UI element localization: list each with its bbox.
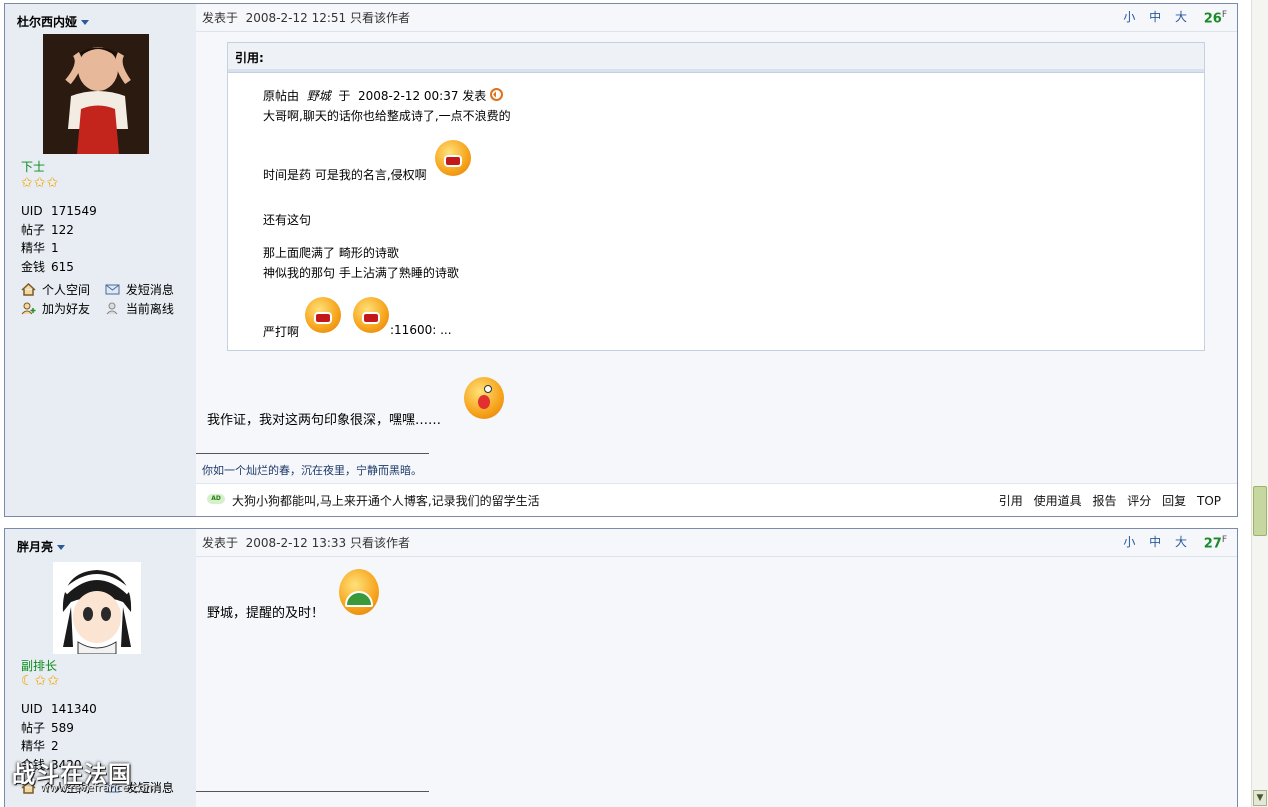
reply-button[interactable]: 回复 [1162, 494, 1186, 508]
signature-divider [196, 791, 429, 792]
author-links: 个人空间 发短消息 加为好友 当前离线 [21, 281, 185, 319]
stat-posts: 帖子 122 [21, 222, 74, 237]
floor-number: 26F [1203, 10, 1227, 27]
fan-emoji-icon [339, 569, 379, 615]
offline-user-icon [106, 302, 118, 315]
quote-line: 神似我的那句 手上沾满了熟睡的诗歌 [263, 266, 459, 280]
post-content: 发表于 2008-2-12 13:33 只看该作者 小 中 大 27F 野城，提… [196, 529, 1237, 807]
add-friend-link[interactable]: 加为好友 [21, 300, 101, 319]
top-button[interactable]: TOP [1197, 494, 1221, 508]
post-26: 杜尔西内娅 下士 ✩✩✩ UID 171549 帖子 122 精华 1 金钱 615 个… [4, 3, 1238, 517]
avatar[interactable] [53, 562, 141, 654]
author-name[interactable]: 胖月亮 [17, 538, 66, 555]
quote-user-link[interactable]: 野城 [307, 89, 331, 103]
font-size-selector[interactable]: 小 中 大 [1123, 8, 1192, 25]
send-message-link[interactable]: 发短消息 [105, 281, 185, 300]
quote-button[interactable]: 引用 [999, 494, 1023, 508]
author-name[interactable]: 杜尔西内娅 [17, 13, 90, 30]
posted-label: 发表于 [202, 536, 239, 550]
online-status: 当前离线 [105, 300, 185, 319]
quote-line: 大哥啊,聊天的话你也给整成诗了,一点不浪费的 [263, 109, 511, 123]
quote-line: 严打啊 [263, 325, 300, 339]
quote-title: 引用: [228, 43, 1204, 73]
quote-line: :11600: ... [390, 323, 452, 337]
avatar[interactable] [43, 34, 149, 154]
author-name-text[interactable]: 胖月亮 [17, 540, 53, 554]
shout-emoji-icon [435, 140, 471, 176]
scrollbar-thumb[interactable] [1253, 486, 1267, 536]
divider [196, 556, 1237, 557]
shout-emoji-icon [353, 297, 389, 333]
stat-money: 金钱 615 [21, 259, 74, 274]
signature: 你如一个灿烂的春，沉在夜里，宁静而黑暗。 [202, 464, 422, 477]
rank-title: 下士 [21, 160, 46, 174]
chevron-down-icon[interactable] [81, 20, 90, 25]
posted-time: 2008-2-12 12:51 [245, 11, 347, 25]
font-size-selector[interactable]: 小 中 大 [1123, 533, 1192, 550]
quote-line: 那上面爬满了 畸形的诗歌 [263, 246, 399, 260]
use-item-button[interactable]: 使用道具 [1034, 494, 1082, 508]
report-button[interactable]: 报告 [1092, 494, 1116, 508]
stat-posts: 帖子 589 [21, 720, 74, 735]
go-to-post-icon[interactable] [490, 88, 504, 101]
post-footer: AD 大狗小狗都能叫,马上来开通个人博客,记录我们的留学生活 引用 使用道具 报… [196, 483, 1237, 516]
quote-block: 引用: 原帖由 野城 于 2008-2-12 00:37 发表 大哥啊,聊天的话… [227, 42, 1205, 351]
rank-stars-icon: ☾✩✩ [21, 673, 61, 689]
rank-stars-icon: ✩✩✩ [21, 175, 60, 191]
post-27: 胖月亮 副排长 ☾✩✩ UID 141340 帖子 589 精华 2 金钱 3420 [4, 528, 1238, 807]
signature-divider [196, 453, 429, 454]
stat-digest: 精华 1 [21, 241, 59, 255]
post-content: 发表于 2008-2-12 12:51 只看该作者 小 中 大 26F 引用: … [196, 4, 1237, 516]
add-user-icon [21, 302, 36, 315]
post-body: 野城，提醒的及时！ [207, 606, 325, 621]
chevron-down-icon[interactable] [57, 545, 66, 550]
author-panel: 杜尔西内娅 下士 ✩✩✩ UID 171549 帖子 122 精华 1 金钱 615 个… [5, 4, 196, 516]
site-url: www.revefrance.com [40, 781, 156, 794]
home-icon [21, 283, 36, 296]
scrollbar[interactable]: ▼ [1251, 0, 1268, 807]
divider [196, 31, 1237, 32]
author-name-text[interactable]: 杜尔西内娅 [17, 15, 77, 29]
stat-uid: UID 141340 [21, 702, 97, 716]
rate-button[interactable]: 评分 [1127, 494, 1151, 508]
post-actions: 引用 使用道具 报告 评分 回复 TOP [992, 492, 1221, 509]
shout-emoji-icon [305, 297, 341, 333]
stat-uid: UID 171549 [21, 204, 97, 218]
stat-digest: 精华 2 [21, 739, 59, 753]
post-meta: 发表于 2008-2-12 13:33 只看该作者 [202, 534, 410, 551]
posted-label: 发表于 [202, 11, 239, 25]
ad-link[interactable]: 大狗小狗都能叫,马上来开通个人博客,记录我们的留学生活 [232, 492, 540, 509]
posted-time: 2008-2-12 13:33 [245, 536, 347, 550]
view-author-link[interactable]: 只看该作者 [350, 536, 410, 550]
tongue-out-emoji-icon [464, 377, 504, 419]
post-body: 我作证，我对这两句印象很深，嘿嘿…… [207, 413, 442, 428]
post-meta: 发表于 2008-2-12 12:51 只看该作者 [202, 9, 410, 26]
view-author-link[interactable]: 只看该作者 [350, 11, 410, 25]
quote-line: 时间是药 可是我的名言,侵权啊 [263, 168, 427, 182]
quote-header: 原帖由 野城 于 2008-2-12 00:37 发表 [263, 87, 504, 104]
ad-badge: AD [207, 494, 225, 504]
profile-link[interactable]: 个人空间 [21, 281, 101, 300]
scroll-down-arrow-icon[interactable]: ▼ [1253, 790, 1267, 806]
user-stats: UID 171549 帖子 122 精华 1 金钱 615 [21, 202, 97, 276]
floor-number: 27F [1203, 535, 1227, 552]
envelope-icon [105, 284, 120, 295]
rank-title: 副排长 [21, 659, 58, 673]
quote-line: 还有这句 [263, 213, 312, 227]
